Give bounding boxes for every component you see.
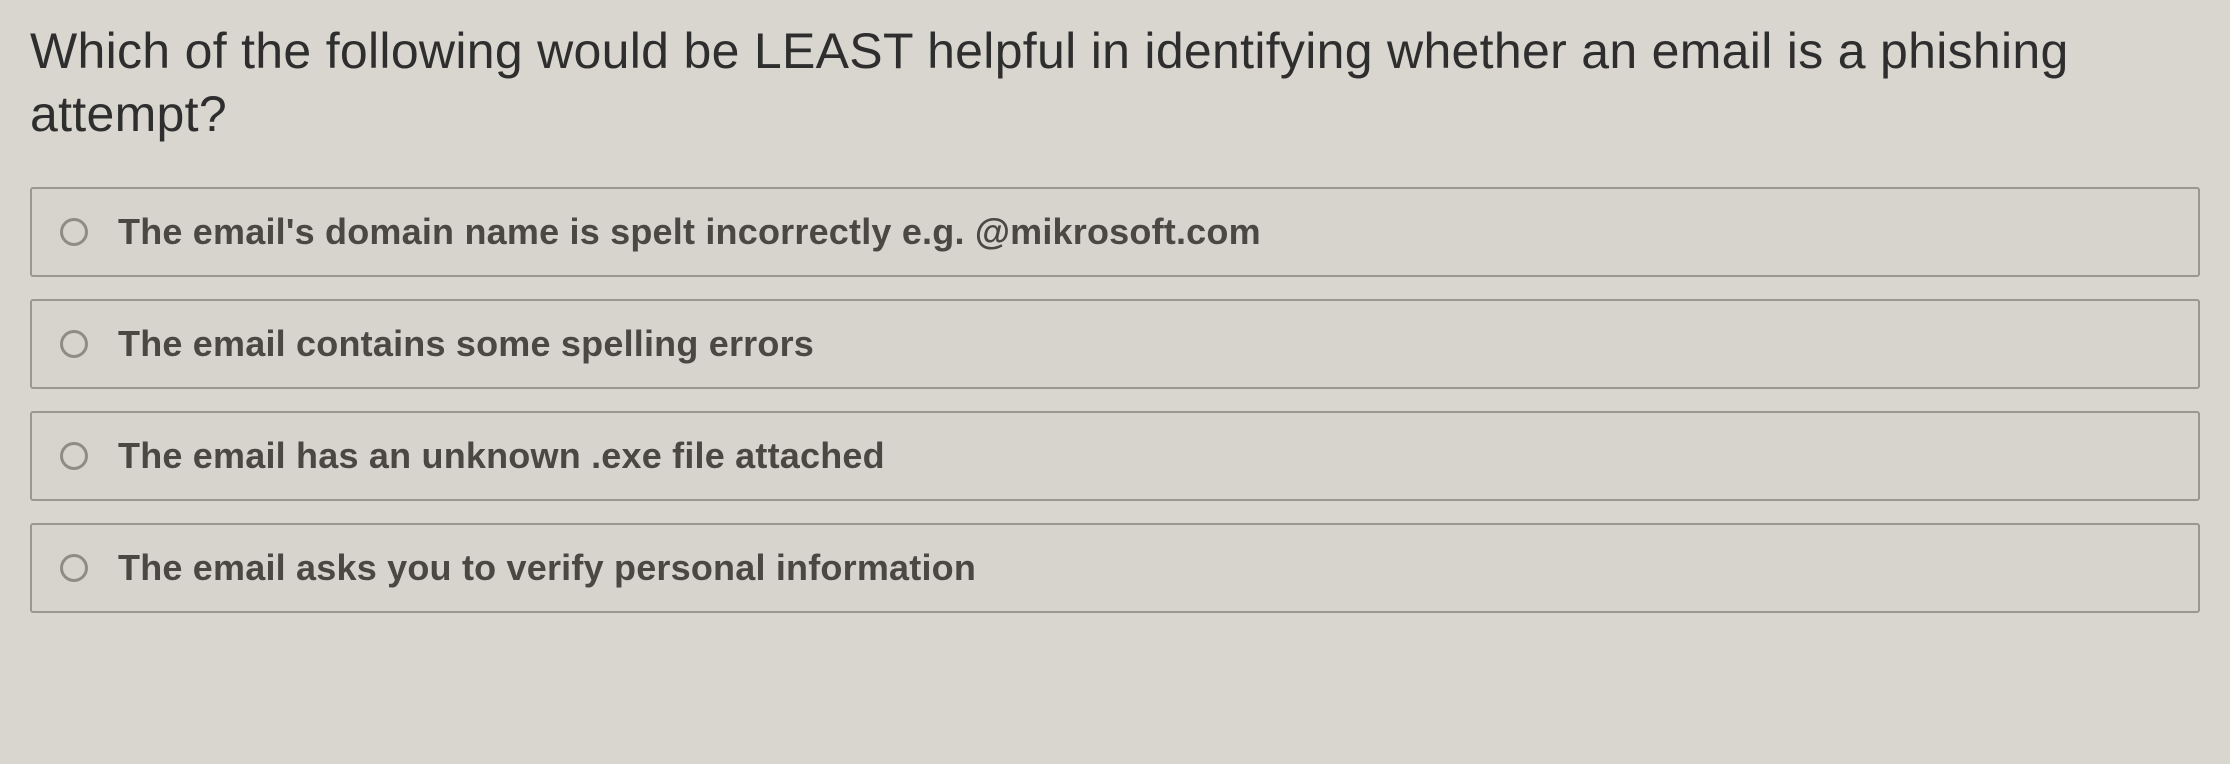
option-2[interactable]: The email contains some spelling errors <box>30 299 2200 389</box>
radio-icon[interactable] <box>60 218 88 246</box>
radio-icon[interactable] <box>60 554 88 582</box>
option-2-label: The email contains some spelling errors <box>118 323 814 365</box>
option-4-label: The email asks you to verify personal in… <box>118 547 976 589</box>
option-3-label: The email has an unknown .exe file attac… <box>118 435 885 477</box>
options-list: The email's domain name is spelt incorre… <box>30 187 2200 613</box>
radio-icon[interactable] <box>60 330 88 358</box>
option-1-label: The email's domain name is spelt incorre… <box>118 211 1261 253</box>
option-4[interactable]: The email asks you to verify personal in… <box>30 523 2200 613</box>
radio-icon[interactable] <box>60 442 88 470</box>
option-3[interactable]: The email has an unknown .exe file attac… <box>30 411 2200 501</box>
option-1[interactable]: The email's domain name is spelt incorre… <box>30 187 2200 277</box>
question-text: Which of the following would be LEAST he… <box>30 20 2200 145</box>
